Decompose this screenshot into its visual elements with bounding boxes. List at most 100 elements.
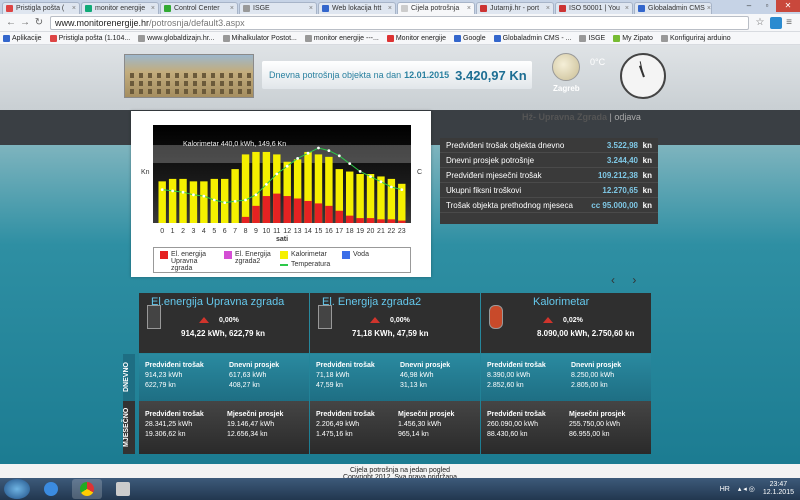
bookmark-item[interactable]: My Zipato: [613, 34, 653, 42]
tray-icons[interactable]: ▴ ◂ ◎: [738, 485, 755, 493]
browser-tab[interactable]: ISGE ×: [239, 2, 317, 14]
temperature-point[interactable]: [244, 198, 247, 202]
temperature-point[interactable]: [254, 193, 258, 197]
legend-item[interactable]: Kalorimetar: [280, 251, 340, 259]
bar-el-energija[interactable]: [366, 218, 375, 223]
bookmark-item[interactable]: Monitor energije: [386, 34, 446, 42]
temperature-point[interactable]: [264, 183, 268, 186]
temperature-point[interactable]: [348, 162, 352, 165]
temperature-point[interactable]: [389, 185, 393, 189]
app-taskbar-button[interactable]: [108, 479, 138, 499]
legend-item[interactable]: Temperatura: [280, 261, 340, 268]
temperature-point[interactable]: [379, 180, 383, 184]
forward-button[interactable]: →: [18, 17, 32, 28]
bar-kalorimetar[interactable]: [346, 171, 354, 223]
legend-item[interactable]: El. energija Upravna zgrada: [160, 251, 218, 272]
temperature-point[interactable]: [327, 149, 331, 152]
bookmark-item[interactable]: ISGE: [579, 34, 605, 42]
url-input[interactable]: www.monitorenergije.hr/potrosnja/default…: [50, 15, 749, 30]
close-window-button[interactable]: ✕: [776, 0, 800, 12]
bar-kalorimetar[interactable]: [231, 169, 239, 223]
bar-el-energija[interactable]: [377, 219, 385, 223]
bar-kalorimetar[interactable]: [168, 178, 177, 223]
tab-close-icon[interactable]: ×: [623, 5, 629, 12]
temperature-point[interactable]: [369, 175, 372, 178]
legend-item[interactable]: Voda: [342, 251, 402, 259]
bar-kalorimetar[interactable]: [189, 181, 198, 223]
temperature-point[interactable]: [306, 151, 310, 155]
bar-kalorimetar[interactable]: [179, 178, 187, 223]
maximize-button[interactable]: ▫: [758, 0, 776, 12]
reload-button[interactable]: ↻: [32, 17, 46, 28]
browser-tab[interactable]: Jutarnji.hr - port ×: [476, 2, 554, 14]
bookmark-item[interactable]: Globaladmin CMS - ...: [493, 34, 571, 42]
browser-tab[interactable]: ISO 50001 | You ×: [555, 2, 633, 14]
menu-icon[interactable]: ≡: [782, 17, 796, 28]
bar-el-energija[interactable]: [241, 216, 250, 223]
bar-kalorimetar[interactable]: [356, 174, 364, 223]
temperature-point[interactable]: [212, 198, 216, 202]
temperature-point[interactable]: [317, 146, 320, 150]
temperature-point[interactable]: [400, 188, 404, 191]
bar-kalorimetar[interactable]: [366, 174, 375, 223]
bar-el-energija[interactable]: [273, 193, 281, 223]
bookmark-item[interactable]: Konfiguriraj arduino: [660, 34, 731, 42]
tab-close-icon[interactable]: ×: [149, 5, 155, 12]
prev-arrow-icon[interactable]: ‹: [611, 273, 615, 287]
legend-item[interactable]: El. Energija zgrada2: [224, 251, 282, 265]
bookmark-item[interactable]: Aplikacije: [3, 34, 42, 42]
bar-kalorimetar[interactable]: [158, 181, 166, 223]
bookmark-item[interactable]: www.globaldizajn.hr...: [138, 34, 215, 42]
bar-el-energija[interactable]: [335, 210, 343, 223]
browser-tab[interactable]: Control Center ×: [160, 2, 238, 14]
temperature-point[interactable]: [223, 201, 227, 204]
tab-close-icon[interactable]: ×: [705, 5, 711, 12]
bookmark-item[interactable]: Pristigla pošta (1.104...: [49, 34, 130, 42]
tab-close-icon[interactable]: ×: [465, 5, 471, 12]
temperature-point[interactable]: [181, 190, 185, 194]
bar-el-energija[interactable]: [387, 219, 396, 223]
temperature-point[interactable]: [285, 164, 289, 168]
chrome-taskbar-button[interactable]: [72, 479, 102, 499]
bar-el-energija[interactable]: [293, 198, 302, 224]
temperature-point[interactable]: [202, 194, 206, 198]
next-arrow-icon[interactable]: ›: [632, 273, 636, 287]
bar-el-energija[interactable]: [356, 218, 364, 223]
tab-close-icon[interactable]: ×: [228, 5, 234, 12]
ie-taskbar-button[interactable]: [36, 479, 66, 499]
browser-tab[interactable]: Cijela potrošnja ×: [397, 2, 475, 14]
bar-el-energija[interactable]: [283, 196, 291, 223]
temperature-point[interactable]: [296, 157, 300, 160]
bar-el-energija[interactable]: [314, 203, 323, 223]
minimize-button[interactable]: –: [740, 0, 758, 12]
temperature-point[interactable]: [160, 188, 164, 191]
bar-kalorimetar[interactable]: [221, 178, 229, 223]
tab-close-icon[interactable]: ×: [70, 5, 76, 12]
bar-el-energija[interactable]: [304, 200, 312, 223]
bar-el-energija[interactable]: [346, 215, 354, 223]
temperature-point[interactable]: [192, 193, 195, 197]
temperature-point[interactable]: [233, 199, 237, 203]
browser-tab[interactable]: Web lokacija htt ×: [318, 2, 396, 14]
bar-el-energija[interactable]: [262, 196, 271, 223]
tab-close-icon[interactable]: ×: [386, 5, 392, 12]
back-button[interactable]: ←: [4, 17, 18, 28]
bar-el-energija[interactable]: [252, 205, 260, 223]
start-button[interactable]: [4, 479, 30, 499]
logout-link[interactable]: odjava: [614, 112, 641, 122]
temperature-point[interactable]: [171, 189, 175, 193]
tab-close-icon[interactable]: ×: [544, 5, 550, 12]
bar-el-energija[interactable]: [398, 220, 406, 223]
bar-kalorimetar[interactable]: [200, 181, 208, 223]
bar-kalorimetar[interactable]: [241, 154, 250, 223]
bar-el-energija[interactable]: [325, 205, 333, 223]
browser-tab[interactable]: Globaladmin CMS ×: [634, 2, 712, 14]
star-icon[interactable]: ☆: [753, 17, 767, 28]
temperature-point[interactable]: [275, 172, 279, 176]
bookmark-item[interactable]: Google: [454, 34, 486, 42]
tray-clock[interactable]: 23:47 12.1.2015: [763, 481, 794, 497]
tab-close-icon[interactable]: ×: [307, 5, 313, 12]
browser-tab[interactable]: Pristigla pošta (×: [2, 2, 80, 14]
temperature-point[interactable]: [358, 170, 362, 173]
bookmark-item[interactable]: monitor energije ---...: [304, 34, 379, 42]
